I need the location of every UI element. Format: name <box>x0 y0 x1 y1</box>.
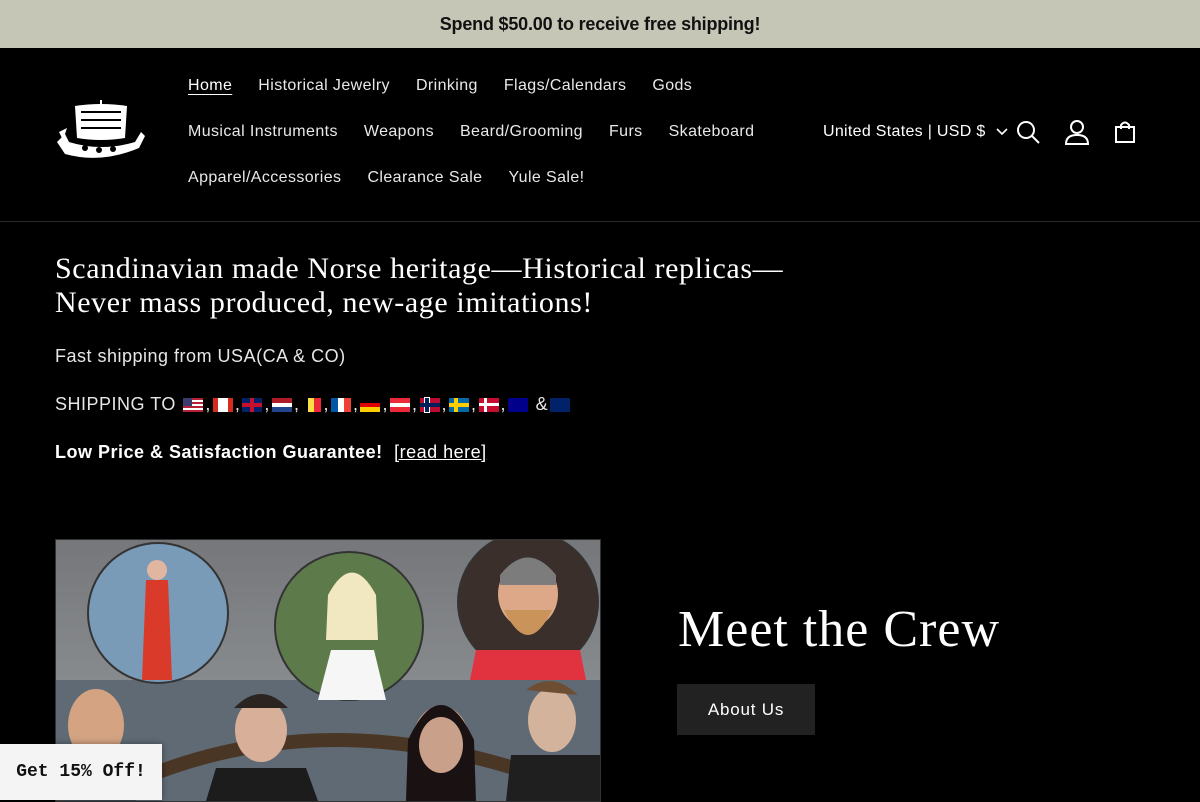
nav-musical-instruments[interactable]: Musical Instruments <box>175 109 351 155</box>
flag-nl-icon <box>271 397 292 412</box>
main-nav: Home Historical Jewelry Drinking Flags/C… <box>175 63 795 201</box>
cart-icon[interactable] <box>1111 118 1139 146</box>
flag-at-icon <box>390 397 410 412</box>
flag-ca-icon <box>212 397 233 412</box>
flag-se-icon <box>449 397 470 412</box>
chevron-down-icon <box>995 128 1008 136</box>
shipping-to-label: SHIPPING TO <box>55 394 176 414</box>
read-here-link[interactable]: [read here] <box>394 442 487 462</box>
nav-gods[interactable]: Gods <box>639 63 705 109</box>
country-selector[interactable]: United States | USD $ <box>823 120 1008 144</box>
nav-home[interactable]: Home <box>175 63 245 109</box>
nav-weapons[interactable]: Weapons <box>351 109 447 155</box>
search-icon[interactable] <box>1014 118 1042 146</box>
flag-au-icon <box>508 397 529 412</box>
discount-popup-button[interactable]: Get 15% Off! <box>0 744 162 800</box>
account-icon[interactable] <box>1063 118 1091 146</box>
flag-de-icon <box>360 397 381 412</box>
announcement-bar: Spend $50.00 to receive free shipping! <box>0 0 1200 48</box>
flag-dk-icon <box>478 397 499 412</box>
flag-be-icon <box>301 397 322 412</box>
shipping-from-text: Fast shipping from USA(CA & CO) <box>55 346 346 366</box>
flag-gb-icon <box>242 397 263 412</box>
nav-drinking[interactable]: Drinking <box>403 63 491 109</box>
country-selector-label: United States | USD $ <box>823 123 986 140</box>
about-us-button[interactable]: About Us <box>677 684 815 735</box>
flag-no-icon <box>419 397 440 412</box>
flag-nz-icon <box>550 397 571 412</box>
nav-flags-calendars[interactable]: Flags/Calendars <box>491 63 640 109</box>
nav-beard-grooming[interactable]: Beard/Grooming <box>447 109 596 155</box>
crew-title: Meet the Crew <box>678 601 1001 658</box>
hero-headline: Scandinavian made Norse heritage—Histori… <box>55 252 784 319</box>
nav-historical-jewelry[interactable]: Historical Jewelry <box>245 63 403 109</box>
site-header: Home Historical Jewelry Drinking Flags/C… <box>0 48 1200 222</box>
guarantee-text: Low Price & Satisfaction Guarantee! <box>55 442 383 462</box>
hero-section: Scandinavian made Norse heritage—Histori… <box>55 252 935 462</box>
nav-clearance-sale[interactable]: Clearance Sale <box>354 155 495 201</box>
nav-apparel-accessories[interactable]: Apparel/Accessories <box>175 155 354 201</box>
announcement-text: Spend $50.00 to receive free shipping! <box>439 13 761 34</box>
flag-us-icon <box>183 397 204 412</box>
viking-ship-logo-icon[interactable] <box>55 98 147 164</box>
nav-yule-sale[interactable]: Yule Sale! <box>495 155 597 201</box>
guarantee-row: Low Price & Satisfaction Guarantee! [rea… <box>55 442 487 463</box>
shipping-to-row: SHIPPING TO , , , , , , , , , , , & <box>55 394 572 415</box>
nav-furs[interactable]: Furs <box>596 109 656 155</box>
nav-skateboard[interactable]: Skateboard <box>656 109 768 155</box>
flag-fr-icon <box>330 397 351 412</box>
